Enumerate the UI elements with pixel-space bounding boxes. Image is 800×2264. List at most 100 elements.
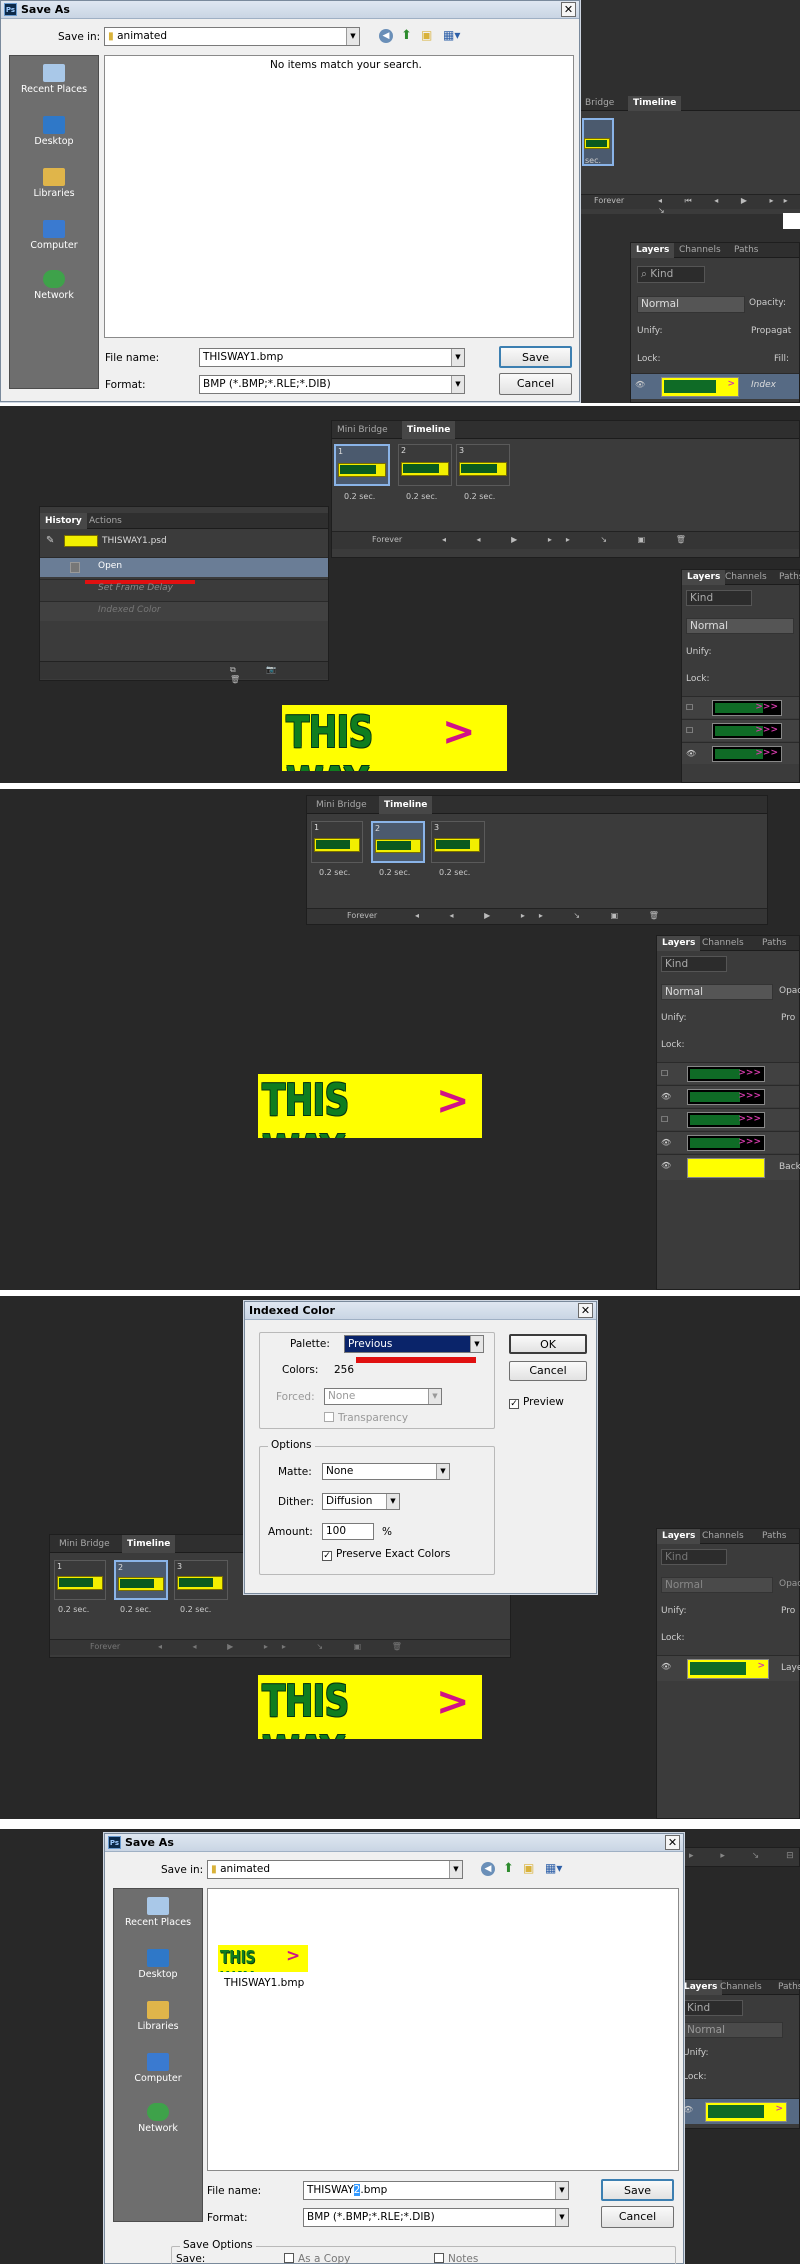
new-folder-icon[interactable]: ▣	[523, 1861, 534, 1875]
loop-select[interactable]: Forever	[372, 535, 402, 544]
tab-paths[interactable]: Paths	[774, 570, 800, 585]
history-action-icons[interactable]: ⧉ 📷 🗑	[230, 665, 328, 684]
ok-button[interactable]: OK	[509, 1334, 587, 1354]
cancel-button[interactable]: Cancel	[601, 2206, 674, 2228]
transparency-checkbox[interactable]: Transparency	[324, 1412, 408, 1424]
tab-layers[interactable]: Layers	[682, 570, 726, 585]
as-copy-checkbox[interactable]: As a Copy	[284, 2253, 350, 2264]
frame-delay[interactable]: 0.2 sec.	[120, 1605, 151, 1614]
loop-select[interactable]: Forever	[594, 196, 624, 205]
frame-delay[interactable]: 0.2 sec.	[439, 868, 470, 877]
tab-paths[interactable]: Paths	[757, 1529, 791, 1544]
close-button[interactable]: ✕	[578, 1303, 593, 1318]
notes-checkbox[interactable]: Notes	[434, 2253, 478, 2264]
save-in-select[interactable]: ▮ animated ▼	[104, 27, 360, 46]
kind-filter[interactable]: ⌕ Kind	[637, 266, 705, 283]
view-menu-icon[interactable]: ▦▾	[443, 28, 460, 42]
frame-delay[interactable]: 0.2 sec.	[464, 492, 495, 501]
loop-select[interactable]: Forever	[90, 1642, 120, 1651]
place-computer[interactable]: Computer	[10, 220, 98, 251]
kind-filter[interactable]: Kind	[661, 1549, 727, 1565]
layer-row-index[interactable]: 👁 > Index	[631, 373, 799, 399]
kind-filter[interactable]: Kind	[661, 956, 727, 972]
save-button[interactable]: Save	[499, 346, 572, 368]
frame-delay[interactable]: 0.2 sec.	[344, 492, 375, 501]
playback-icons[interactable]: ◂ ⏮ ◂ ▶ ▸▸ ↘	[658, 196, 800, 215]
timeline-frame-1[interactable]: 1	[334, 444, 390, 486]
layer-row[interactable]: 👁 >>>	[657, 1131, 799, 1153]
cancel-button[interactable]: Cancel	[499, 373, 572, 395]
tab-mini-bridge[interactable]: Mini Bridge	[311, 796, 372, 814]
blend-mode-select[interactable]: Normal	[637, 296, 745, 313]
blend-mode-select[interactable]: Normal	[683, 2022, 783, 2038]
cancel-button[interactable]: Cancel	[509, 1361, 587, 1381]
visibility-eye-icon[interactable]: 👁	[686, 749, 698, 759]
file-list[interactable]: THIS WAY > THISWAY1.bmp	[207, 1888, 679, 2171]
propagate-checkbox[interactable]: Pro	[781, 1606, 795, 1616]
layer-row-background[interactable]: 👁 Back	[657, 1154, 800, 1180]
tab-mini-bridge[interactable]: Bridge	[580, 96, 619, 111]
timeline-frame-1[interactable]: 1	[54, 1560, 106, 1600]
layer-row[interactable]: 👁 >>>	[682, 742, 799, 764]
propagate-checkbox[interactable]: Propagat	[751, 326, 791, 336]
tab-channels[interactable]: Channels	[720, 570, 772, 585]
preserve-checkbox[interactable]: ✓ Preserve Exact Colors	[322, 1548, 450, 1561]
visibility-eye-icon[interactable]: 👁	[683, 2105, 695, 2115]
blend-mode-select[interactable]: Normal	[686, 618, 794, 634]
back-icon[interactable]: ◀	[379, 29, 393, 43]
visibility-eye-icon[interactable]: 👁	[661, 1662, 673, 1672]
preview-checkbox[interactable]: ✓ Preview	[509, 1396, 564, 1409]
close-button[interactable]: ✕	[561, 2, 576, 17]
tab-layers[interactable]: Layers	[657, 936, 701, 951]
up-folder-icon[interactable]: ⬆	[401, 28, 412, 43]
place-network[interactable]: Network	[114, 2103, 202, 2134]
palette-select[interactable]: Previous ▼	[344, 1335, 484, 1353]
place-recent[interactable]: Recent Places	[10, 64, 98, 95]
visibility-eye-icon[interactable]: 👁	[635, 380, 647, 390]
up-folder-icon[interactable]: ⬆	[503, 1861, 514, 1876]
dither-select[interactable]: Diffusion ▼	[322, 1493, 400, 1510]
visibility-eye-icon[interactable]: 👁	[661, 1138, 673, 1148]
kind-filter[interactable]: Kind	[683, 2000, 743, 2016]
visibility-box[interactable]: ☐	[686, 726, 698, 736]
colors-value[interactable]: 256	[334, 1364, 354, 1376]
playback-icons[interactable]: ▸ ▸ ↘ ⊟	[689, 1851, 800, 1861]
timeline-frame-2[interactable]: 2	[398, 444, 452, 486]
place-recent[interactable]: Recent Places	[114, 1897, 202, 1928]
format-select[interactable]: BMP (*.BMP;*.RLE;*.DIB) ▼	[303, 2208, 569, 2227]
layer-row[interactable]: ☐ >>>	[657, 1108, 799, 1130]
propagate-checkbox[interactable]: Pro	[781, 1013, 795, 1023]
forced-select[interactable]: None ▼	[324, 1388, 442, 1405]
timeline-frame-1[interactable]: 1	[311, 821, 363, 863]
history-item-frame-delay[interactable]: Set Frame Delay	[40, 579, 328, 599]
tab-paths[interactable]: Paths	[729, 243, 763, 258]
tab-paths[interactable]: Paths	[757, 936, 791, 951]
tab-mini-bridge[interactable]: Mini Bridge	[54, 1535, 115, 1553]
visibility-eye-icon[interactable]: 👁	[661, 1161, 673, 1171]
layer-row[interactable]: ☐ >>>	[682, 696, 799, 718]
view-menu-icon[interactable]: ▦▾	[545, 1861, 562, 1875]
tab-channels[interactable]: Channels	[697, 936, 749, 951]
layer-row[interactable]: ☐ >>>	[657, 1062, 799, 1084]
tab-channels[interactable]: Channels	[674, 243, 726, 258]
frame-delay[interactable]: 0.2 sec.	[379, 868, 410, 877]
tab-channels[interactable]: Channels	[715, 1980, 767, 1995]
tab-actions[interactable]: Actions	[84, 513, 127, 529]
place-computer[interactable]: Computer	[114, 2053, 202, 2084]
visibility-box[interactable]: ☐	[661, 1115, 673, 1125]
matte-select[interactable]: None ▼	[322, 1463, 450, 1480]
place-libraries[interactable]: Libraries	[114, 2001, 202, 2032]
blend-mode-select[interactable]: Normal	[661, 984, 773, 1000]
visibility-box[interactable]: ☐	[686, 703, 698, 713]
file-list[interactable]: No items match your search.	[104, 55, 574, 338]
history-item-indexed[interactable]: Indexed Color	[40, 601, 328, 621]
tab-mini-bridge[interactable]: Mini Bridge	[332, 421, 393, 439]
playback-icons[interactable]: ◂ ◂ ▶ ▸▸ ↘ ▣ 🗑	[415, 911, 673, 920]
frame-delay[interactable]: 0.2 sec.	[406, 492, 437, 501]
history-item-open[interactable]: Open	[40, 557, 328, 577]
tab-paths[interactable]: Paths	[773, 1980, 800, 1995]
frame-delay[interactable]: sec.	[585, 156, 601, 165]
timeline-frame-1[interactable]: sec.	[582, 118, 614, 166]
place-libraries[interactable]: Libraries	[10, 168, 98, 199]
place-desktop[interactable]: Desktop	[10, 116, 98, 147]
